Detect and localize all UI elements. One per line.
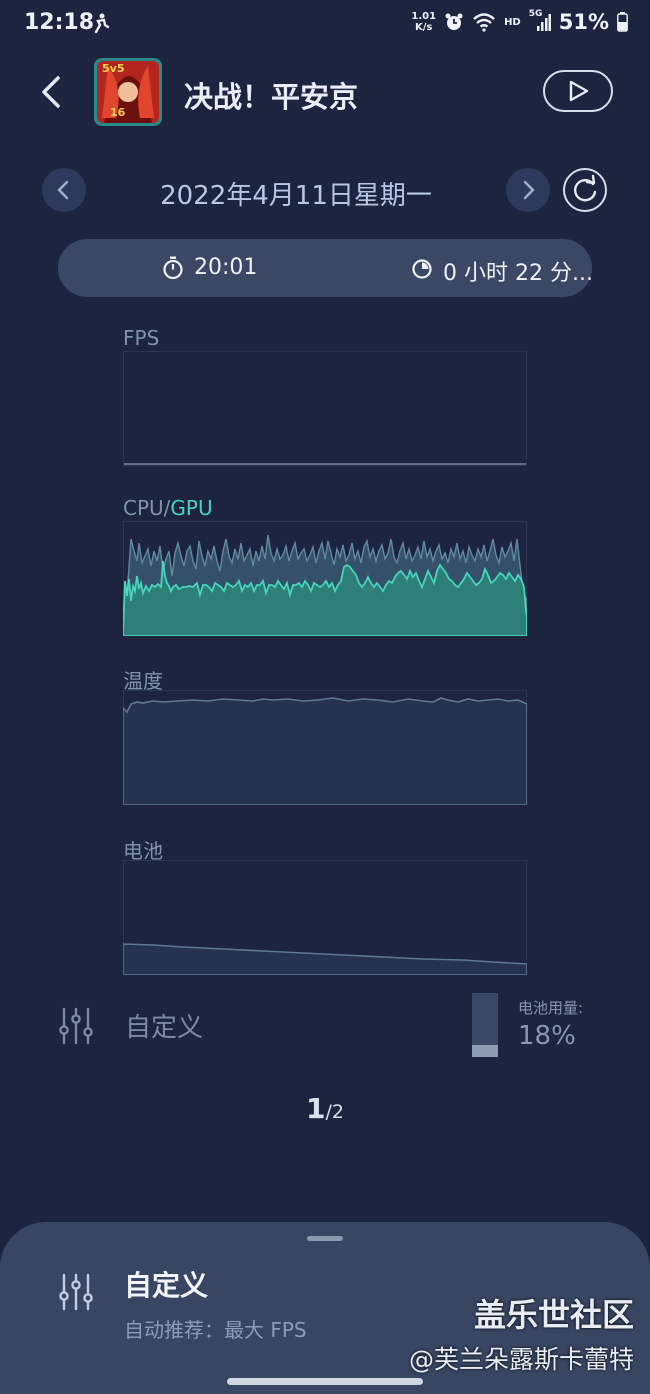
fps-chart-label: FPS [123, 326, 160, 350]
cpu-label: CPU [123, 496, 164, 520]
battery-usage-bar [472, 993, 498, 1057]
fps-chart-baseline [124, 463, 526, 465]
play-button[interactable] [543, 70, 613, 112]
temperature-area [123, 697, 527, 805]
bottom-sheet-handle[interactable] [307, 1236, 343, 1241]
signal-icon: 5G [529, 9, 551, 33]
play-icon [569, 80, 589, 102]
sliders-icon[interactable] [58, 1006, 94, 1046]
cpu-gpu-chart [123, 521, 527, 636]
battery-usage-bar-fill [472, 1045, 498, 1057]
sheet-sliders-icon [59, 1273, 93, 1311]
session-start-time: 20:01 [194, 255, 258, 280]
status-bar: 12:18 1.01 K/s HD 5G 51% [0, 0, 650, 48]
status-time: 12:18 [24, 10, 95, 35]
chevron-left-icon [57, 180, 69, 200]
session-duration: 0 小时 22 分... [443, 261, 593, 286]
running-person-icon [94, 13, 110, 33]
temperature-chart [123, 690, 527, 805]
next-day-button[interactable] [506, 168, 550, 212]
app-icon-badge-top: 5v5 [102, 62, 125, 75]
app-icon-badge-bottom: 16 [110, 106, 126, 119]
battery-area [123, 943, 527, 975]
customize-label[interactable]: 自定义 [125, 1007, 203, 1044]
wifi-icon [473, 13, 495, 32]
page-total: /2 [325, 1101, 344, 1123]
refresh-button[interactable] [563, 168, 607, 212]
app-icon: 5v5 16 [94, 58, 162, 126]
cpu-gpu-chart-label: CPU/GPU [123, 496, 213, 520]
page-current: 1 [306, 1092, 326, 1125]
selected-date: 2022年4月11日星期一 [160, 181, 432, 211]
refresh-icon [574, 174, 597, 202]
watermark-user: @芙兰朵露斯卡蕾特 [408, 1345, 634, 1374]
hd-indicator: HD [504, 16, 521, 28]
previous-day-button[interactable] [42, 168, 86, 212]
page-indicator: 1/2 [0, 1092, 650, 1125]
stopwatch-icon [163, 256, 183, 280]
back-button[interactable] [34, 72, 70, 112]
battery-usage-value: 18% [518, 1021, 576, 1051]
fps-chart [123, 351, 527, 466]
chevron-right-icon [523, 180, 535, 200]
network-speed: 1.01 K/s [411, 11, 437, 33]
watermark-brand: 盖乐世社区 [473, 1296, 634, 1334]
gpu-label: GPU [170, 496, 213, 520]
duration-clock-icon [412, 259, 432, 279]
battery-chart [123, 860, 527, 975]
alarm-icon [445, 13, 463, 30]
status-icons: 1.01 K/s HD 5G 51% [411, 9, 628, 34]
bottom-sheet-subtitle: 自动推荐：最大 FPS [124, 1318, 307, 1342]
battery-usage-label: 电池用量: [518, 999, 584, 1017]
bottom-sheet-title[interactable]: 自定义 [124, 1264, 208, 1304]
battery-icon [617, 12, 628, 32]
app-title: 决战！平安京 [184, 80, 359, 114]
navigation-gesture-bar[interactable] [227, 1378, 423, 1385]
battery-percent: 51% [558, 10, 609, 34]
